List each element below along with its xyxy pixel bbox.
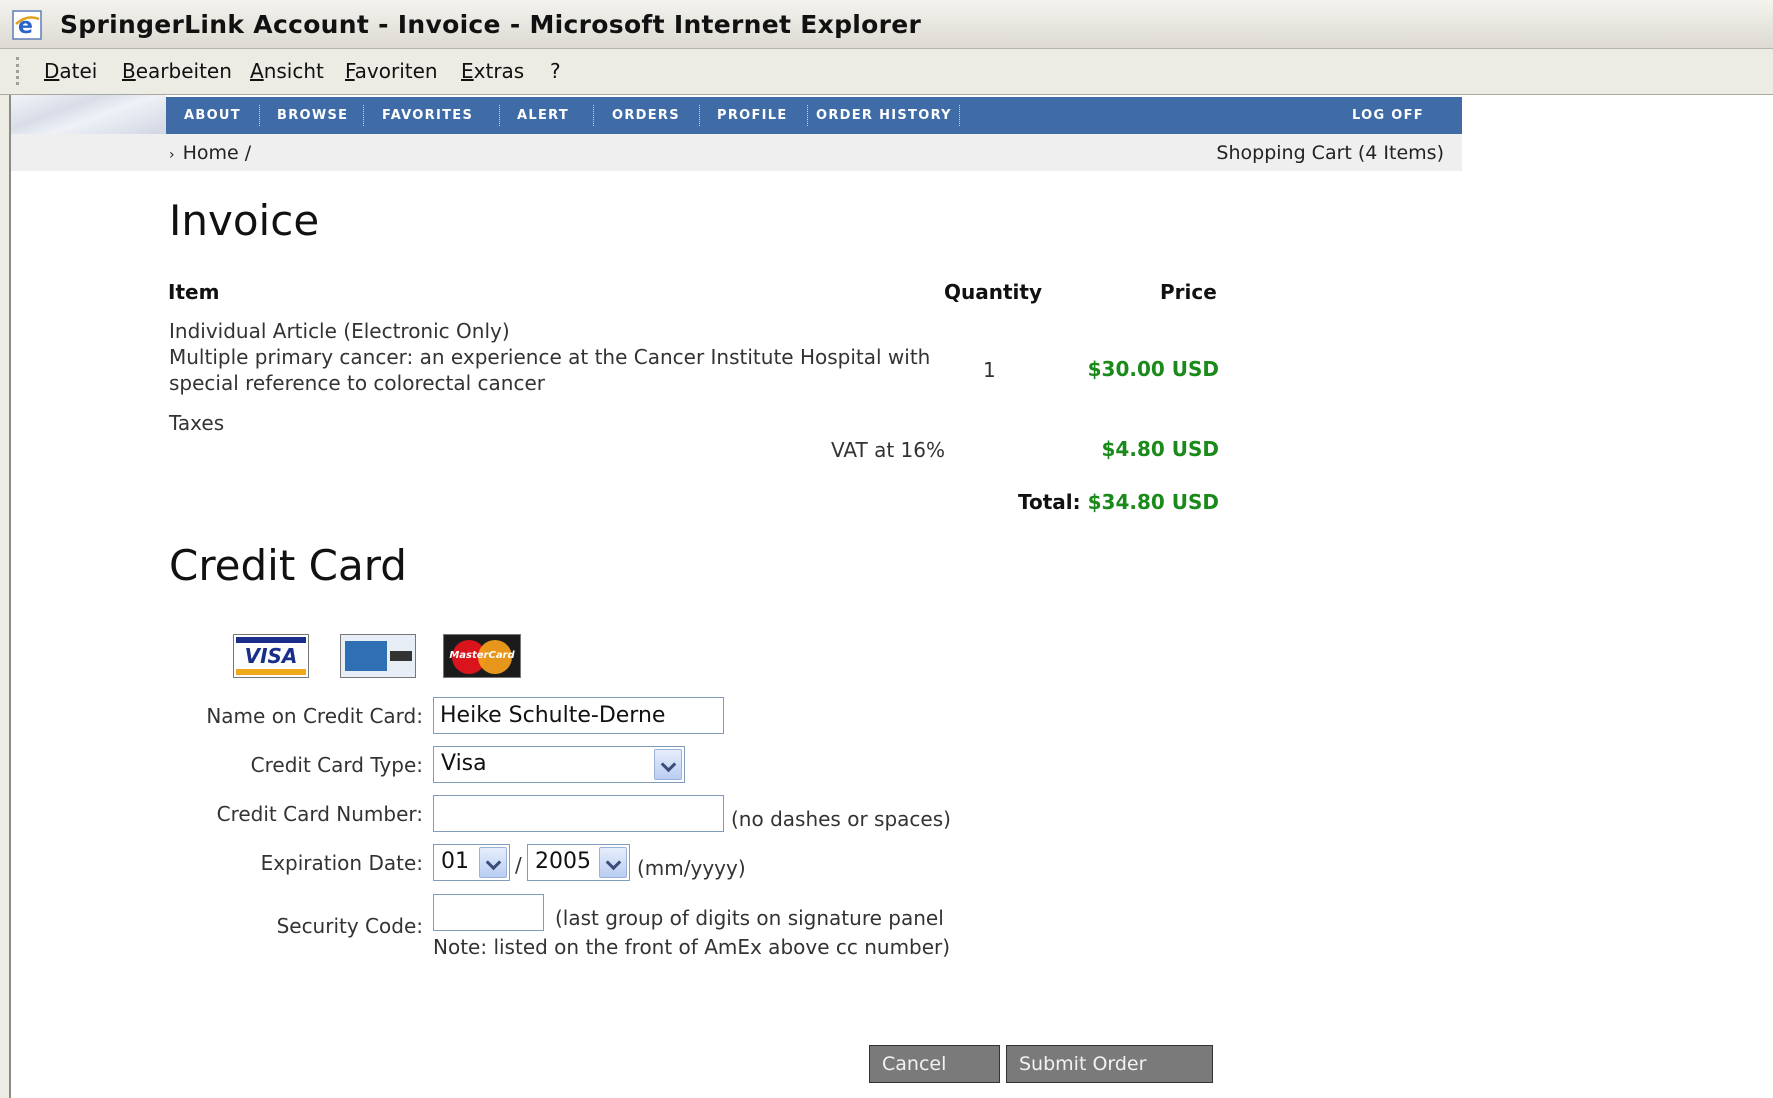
nav-separator [699, 105, 700, 126]
toolbar-grip[interactable] [16, 57, 19, 85]
card-type-label: Credit Card Type: [250, 753, 423, 777]
credit-card-title: Credit Card [169, 541, 407, 590]
name-on-card-input[interactable] [433, 697, 724, 734]
security-code-input[interactable] [433, 894, 544, 931]
breadcrumb-home[interactable]: Home / [183, 142, 252, 164]
expiration-year-value: 2005 [535, 849, 591, 874]
nav-orders[interactable]: ORDERS [612, 108, 680, 123]
expiration-month-select[interactable]: 01 [433, 844, 510, 881]
menu-bar: Datei Bearbeiten Ansicht Favoriten Extra… [0, 49, 1773, 95]
submit-order-button[interactable]: Submit Order [1006, 1045, 1213, 1083]
menu-favoriten[interactable]: Favoriten [345, 59, 438, 83]
line-item-quantity: 1 [983, 358, 996, 382]
window-left-border [0, 95, 11, 1098]
nav-favorites[interactable]: FAVORITES [382, 108, 473, 123]
expiration-separator: / [515, 853, 522, 877]
menu-ansicht[interactable]: Ansicht [250, 59, 324, 83]
menu-extras[interactable]: Extras [461, 59, 524, 83]
expiration-year-select[interactable]: 2005 [527, 844, 630, 881]
cancel-button[interactable]: Cancel [869, 1045, 1000, 1083]
nav-separator [499, 105, 500, 126]
expiration-month-value: 01 [441, 849, 469, 874]
line-item-type: Individual Article (Electronic Only) [169, 319, 510, 343]
total-label: Total: [1018, 490, 1081, 514]
breadcrumb-bar: › Home / Shopping Cart (4 Items) [11, 134, 1462, 171]
column-header-price: Price [1160, 280, 1217, 304]
chevron-down-icon[interactable] [654, 749, 682, 780]
mastercard-logo-text: MasterCard [449, 650, 515, 661]
vat-amount: $4.80 USD [1101, 437, 1219, 461]
vat-label: VAT at 16% [830, 438, 945, 462]
nav-log-off[interactable]: LOG OFF [1352, 108, 1424, 123]
nav-separator [807, 105, 808, 126]
visa-logo-text: VISA [244, 644, 298, 668]
window-title: SpringerLink Account - Invoice - Microso… [60, 10, 922, 39]
ie-icon: e [12, 10, 42, 40]
nav-separator [363, 105, 364, 126]
line-item-title: Multiple primary cancer: an experience a… [169, 345, 931, 369]
main-nav: ABOUT BROWSE FAVORITES ALERT ORDERS PROF… [166, 97, 1462, 134]
nav-separator [959, 105, 960, 126]
header-decoration [11, 95, 166, 135]
breadcrumb: › Home / [169, 142, 251, 164]
total-amount: $34.80 USD [1087, 490, 1219, 514]
menu-datei[interactable]: Datei [44, 59, 97, 83]
nav-separator [259, 105, 260, 126]
expiration-label: Expiration Date: [260, 851, 423, 875]
visa-logo: VISA [233, 634, 309, 678]
chevron-down-icon[interactable] [479, 847, 507, 878]
nav-browse[interactable]: BROWSE [277, 108, 348, 123]
chevron-down-icon[interactable] [599, 847, 627, 878]
column-header-item: Item [168, 280, 220, 304]
amex-logo [340, 634, 416, 678]
nav-alert[interactable]: ALERT [517, 108, 569, 123]
line-item-price: $30.00 USD [1087, 357, 1219, 381]
column-header-quantity: Quantity [944, 280, 1042, 304]
card-type-select[interactable]: Visa [433, 746, 685, 783]
line-item-title-cont: special reference to colorectal cancer [169, 371, 546, 395]
nav-profile[interactable]: PROFILE [717, 108, 788, 123]
card-number-input[interactable] [433, 795, 724, 832]
card-type-value: Visa [441, 751, 487, 776]
nav-about[interactable]: ABOUT [184, 108, 241, 123]
nav-separator [593, 105, 594, 126]
name-on-card-label: Name on Credit Card: [206, 704, 423, 728]
breadcrumb-arrow-icon: › [169, 147, 175, 163]
expiration-hint: (mm/yyyy) [637, 856, 746, 880]
nav-order-history[interactable]: ORDER HISTORY [816, 108, 952, 123]
card-number-label: Credit Card Number: [216, 802, 423, 826]
window-titlebar: e SpringerLink Account - Invoice - Micro… [0, 0, 1773, 49]
menu-help[interactable]: ? [550, 59, 561, 83]
mastercard-logo: MasterCard [443, 634, 521, 678]
menu-bearbeiten[interactable]: Bearbeiten [122, 59, 232, 83]
security-code-hint: (last group of digits on signature panel [555, 906, 944, 930]
security-code-label: Security Code: [276, 914, 423, 938]
invoice-total: Total: $34.80 USD [1018, 490, 1219, 514]
taxes-label: Taxes [169, 411, 225, 435]
shopping-cart-link[interactable]: Shopping Cart (4 Items) [1216, 142, 1444, 164]
card-number-hint: (no dashes or spaces) [731, 807, 951, 831]
invoice-title: Invoice [169, 196, 320, 245]
security-code-note: Note: listed on the front of AmEx above … [433, 935, 951, 959]
